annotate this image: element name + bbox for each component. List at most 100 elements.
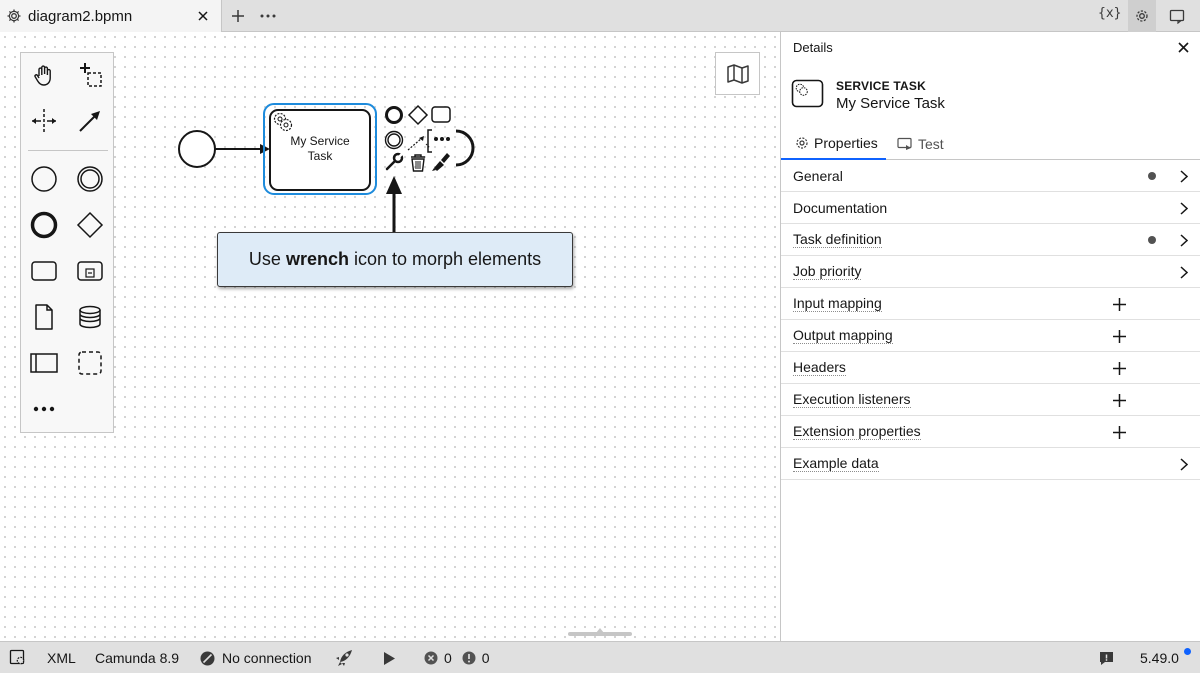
color-brush-icon[interactable] <box>432 153 450 171</box>
xml-view-button[interactable]: XML <box>47 642 76 673</box>
group-job-priority[interactable]: Job priority <box>781 256 1200 288</box>
connect-icon[interactable] <box>407 136 424 151</box>
group-output-mapping[interactable]: Output mapping <box>781 320 1200 352</box>
play-icon <box>384 651 395 665</box>
properties-panel-toggle-button[interactable] <box>1166 5 1188 27</box>
group-example-data[interactable]: Example data <box>781 448 1200 480</box>
group-execution-listeners[interactable]: Execution listeners <box>781 384 1200 416</box>
group-general[interactable]: General <box>781 160 1200 192</box>
plus-icon[interactable] <box>1111 424 1127 440</box>
plus-icon[interactable] <box>1111 328 1127 344</box>
no-connection-icon <box>200 651 215 665</box>
run-button[interactable] <box>382 642 396 673</box>
context-pad <box>384 104 475 172</box>
group-label: Output mapping <box>793 327 893 344</box>
bpmn-diagram: My Service Task <box>178 103 475 232</box>
app-version[interactable]: 5.49.0 <box>1140 642 1179 673</box>
service-task[interactable]: My Service Task <box>263 103 377 195</box>
error-count: 0 <box>444 650 452 666</box>
group-documentation[interactable]: Documentation <box>781 192 1200 224</box>
plus-icon[interactable] <box>1111 296 1127 312</box>
tab-diagram2[interactable]: diagram2.bpmn <box>0 0 222 32</box>
group-label: Task definition <box>793 231 882 248</box>
problems-indicator[interactable]: 0 0 <box>424 642 490 673</box>
deploy-button[interactable] <box>334 642 354 673</box>
deployment-settings-button[interactable] <box>9 642 27 673</box>
tab-test-label: Test <box>918 136 944 152</box>
group-label: Documentation <box>793 200 888 216</box>
connection-status-label: No connection <box>222 650 312 666</box>
group-label: Extension properties <box>793 423 921 440</box>
diagram-canvas[interactable]: My Service Task Use wrench icon to morph… <box>0 32 780 641</box>
append-task-icon[interactable] <box>431 106 451 123</box>
close-icon[interactable] <box>195 8 211 24</box>
tab-properties-label: Properties <box>814 135 878 151</box>
variables-panel-button[interactable]: {x} <box>1098 6 1121 21</box>
error-icon <box>424 651 438 665</box>
append-end-event-icon[interactable] <box>385 106 403 124</box>
more-tabs-button[interactable] <box>256 4 280 28</box>
has-data-indicator <box>1148 172 1156 180</box>
text-annotation-icon[interactable] <box>425 129 432 153</box>
tooltip-prefix: Use <box>248 249 281 269</box>
element-header: SERVICE TASK My Service Task <box>781 62 1200 128</box>
settings-button[interactable] <box>1128 0 1156 32</box>
has-data-indicator <box>1148 236 1156 244</box>
chevron-right-icon[interactable] <box>1177 200 1191 216</box>
chevron-right-icon[interactable] <box>1177 168 1191 184</box>
plus-icon[interactable] <box>1111 360 1127 376</box>
append-intermediate-event-icon[interactable] <box>384 130 404 150</box>
warning-icon <box>462 651 476 665</box>
gear-icon <box>796 137 808 149</box>
group-label: Input mapping <box>793 295 882 312</box>
tab-properties[interactable]: Properties <box>781 128 886 160</box>
context-more-icon[interactable] <box>434 137 450 141</box>
tab-bar: diagram2.bpmn {x} <box>0 0 1200 32</box>
append-gateway-icon[interactable] <box>407 104 429 126</box>
chevron-right-icon[interactable] <box>1177 456 1191 472</box>
rocket-icon <box>336 650 352 666</box>
tooltip-keyword: wrench <box>285 249 349 269</box>
start-event[interactable] <box>178 130 216 168</box>
wrench-icon[interactable] <box>385 152 404 171</box>
tab-label: diagram2.bpmn <box>28 7 133 25</box>
service-task-label-line2: Task <box>308 149 334 163</box>
delete-icon[interactable] <box>411 154 425 172</box>
group-headers[interactable]: Headers <box>781 352 1200 384</box>
service-task-label-line1: My Service <box>290 134 350 148</box>
service-task-icon <box>791 79 824 108</box>
plus-icon[interactable] <box>1111 392 1127 408</box>
new-tab-button[interactable] <box>226 4 250 28</box>
warning-count: 0 <box>481 650 490 666</box>
gear-icon <box>1136 10 1148 22</box>
group-input-mapping[interactable]: Input mapping <box>781 288 1200 320</box>
chevron-up-icon <box>596 628 604 633</box>
plus-icon <box>232 10 244 22</box>
panel-tabs: Properties Test <box>781 128 1200 160</box>
panel-title: Details <box>793 39 833 55</box>
settings-gear-icon <box>6 8 22 24</box>
close-icon[interactable] <box>1176 40 1190 54</box>
connection-status-button[interactable]: No connection <box>200 642 312 673</box>
group-label: Job priority <box>793 263 862 280</box>
feedback-button[interactable] <box>1099 642 1114 673</box>
update-available-badge <box>1184 648 1191 655</box>
group-label: General <box>793 168 843 184</box>
settings-panel-icon <box>9 649 25 665</box>
screen-play-icon <box>897 137 912 150</box>
element-name: My Service Task <box>836 95 945 112</box>
chevron-right-icon[interactable] <box>1177 232 1191 248</box>
tab-test[interactable]: Test <box>897 128 944 160</box>
chevron-right-icon[interactable] <box>1177 264 1191 280</box>
element-type: SERVICE TASK <box>836 79 926 93</box>
group-extension-properties[interactable]: Extension properties <box>781 416 1200 448</box>
panel-icon <box>1169 9 1185 24</box>
properties-panel: Details SERVICE TASK My Service Task Pro… <box>780 32 1200 641</box>
engine-version-button[interactable]: Camunda 8.9 <box>95 642 179 673</box>
group-task-definition[interactable]: Task definition <box>781 224 1200 256</box>
status-bar: XML Camunda 8.9 No connection 0 0 5.49.0 <box>0 641 1200 673</box>
group-label: Headers <box>793 359 846 376</box>
sequence-flow[interactable] <box>215 144 270 154</box>
group-label: Example data <box>793 455 879 472</box>
tooltip-suffix: icon to morph elements <box>353 249 542 269</box>
